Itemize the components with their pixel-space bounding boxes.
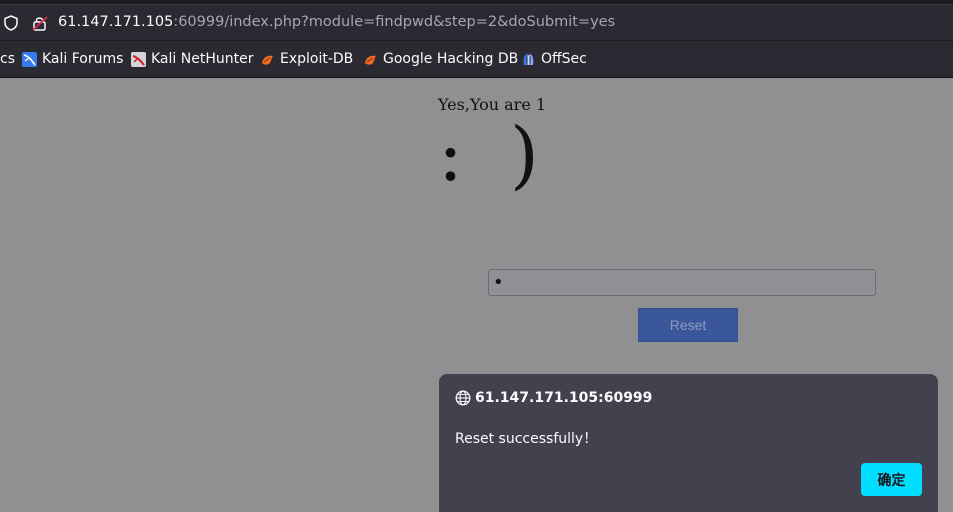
bookmark-offsec[interactable]: OffSec bbox=[521, 50, 587, 68]
bookmark-kali-forums[interactable]: Kali Forums bbox=[22, 50, 123, 68]
reset-button[interactable]: Reset bbox=[638, 308, 738, 342]
bookmark-item[interactable]: cs bbox=[0, 50, 15, 68]
bookmark-exploit-db[interactable]: Exploit-DB bbox=[260, 50, 353, 68]
address-bar[interactable]: 61.147.171.105:60999/index.php?module=fi… bbox=[0, 4, 953, 41]
shield-icon[interactable] bbox=[4, 15, 18, 31]
dialog-ok-button[interactable]: 确定 bbox=[861, 463, 922, 496]
globe-icon bbox=[455, 390, 471, 406]
bookmark-kali-nethunter[interactable]: Kali NetHunter bbox=[131, 50, 253, 68]
bookmark-label: cs bbox=[0, 51, 15, 67]
bookmark-label: Exploit-DB bbox=[280, 51, 354, 67]
dialog-origin: 61.147.171.105:60999 bbox=[475, 390, 653, 406]
bookmark-google-hacking-db[interactable]: Google Hacking DB bbox=[363, 50, 518, 68]
nethunter-icon bbox=[131, 51, 146, 67]
password-input[interactable]: • bbox=[488, 269, 876, 296]
smiley-text: : ) bbox=[438, 112, 539, 198]
ghdb-icon bbox=[365, 55, 376, 65]
dialog-message: Reset successfully！ bbox=[455, 431, 598, 447]
bookmark-label: OffSec bbox=[541, 51, 587, 67]
bookmark-label: Kali NetHunter bbox=[151, 51, 254, 67]
url-text[interactable]: 61.147.171.105:60999/index.php?module=fi… bbox=[58, 14, 615, 30]
offsec-icon bbox=[523, 52, 534, 65]
exploitdb-icon bbox=[262, 55, 273, 65]
alert-dialog: 61.147.171.105:60999 Reset successfully！… bbox=[439, 374, 938, 512]
bookmarks-toolbar: cs Kali Forums Kali NetHunter Exploit-DB… bbox=[0, 40, 953, 78]
bookmark-label: Kali Forums bbox=[42, 51, 124, 67]
url-path: :60999/index.php?module=findpwd&step=2&d… bbox=[173, 14, 616, 30]
insecure-lock-icon[interactable] bbox=[32, 15, 48, 31]
kali-icon bbox=[22, 51, 37, 67]
url-host: 61.147.171.105 bbox=[58, 14, 174, 30]
bookmark-label: Google Hacking DB bbox=[383, 51, 519, 67]
